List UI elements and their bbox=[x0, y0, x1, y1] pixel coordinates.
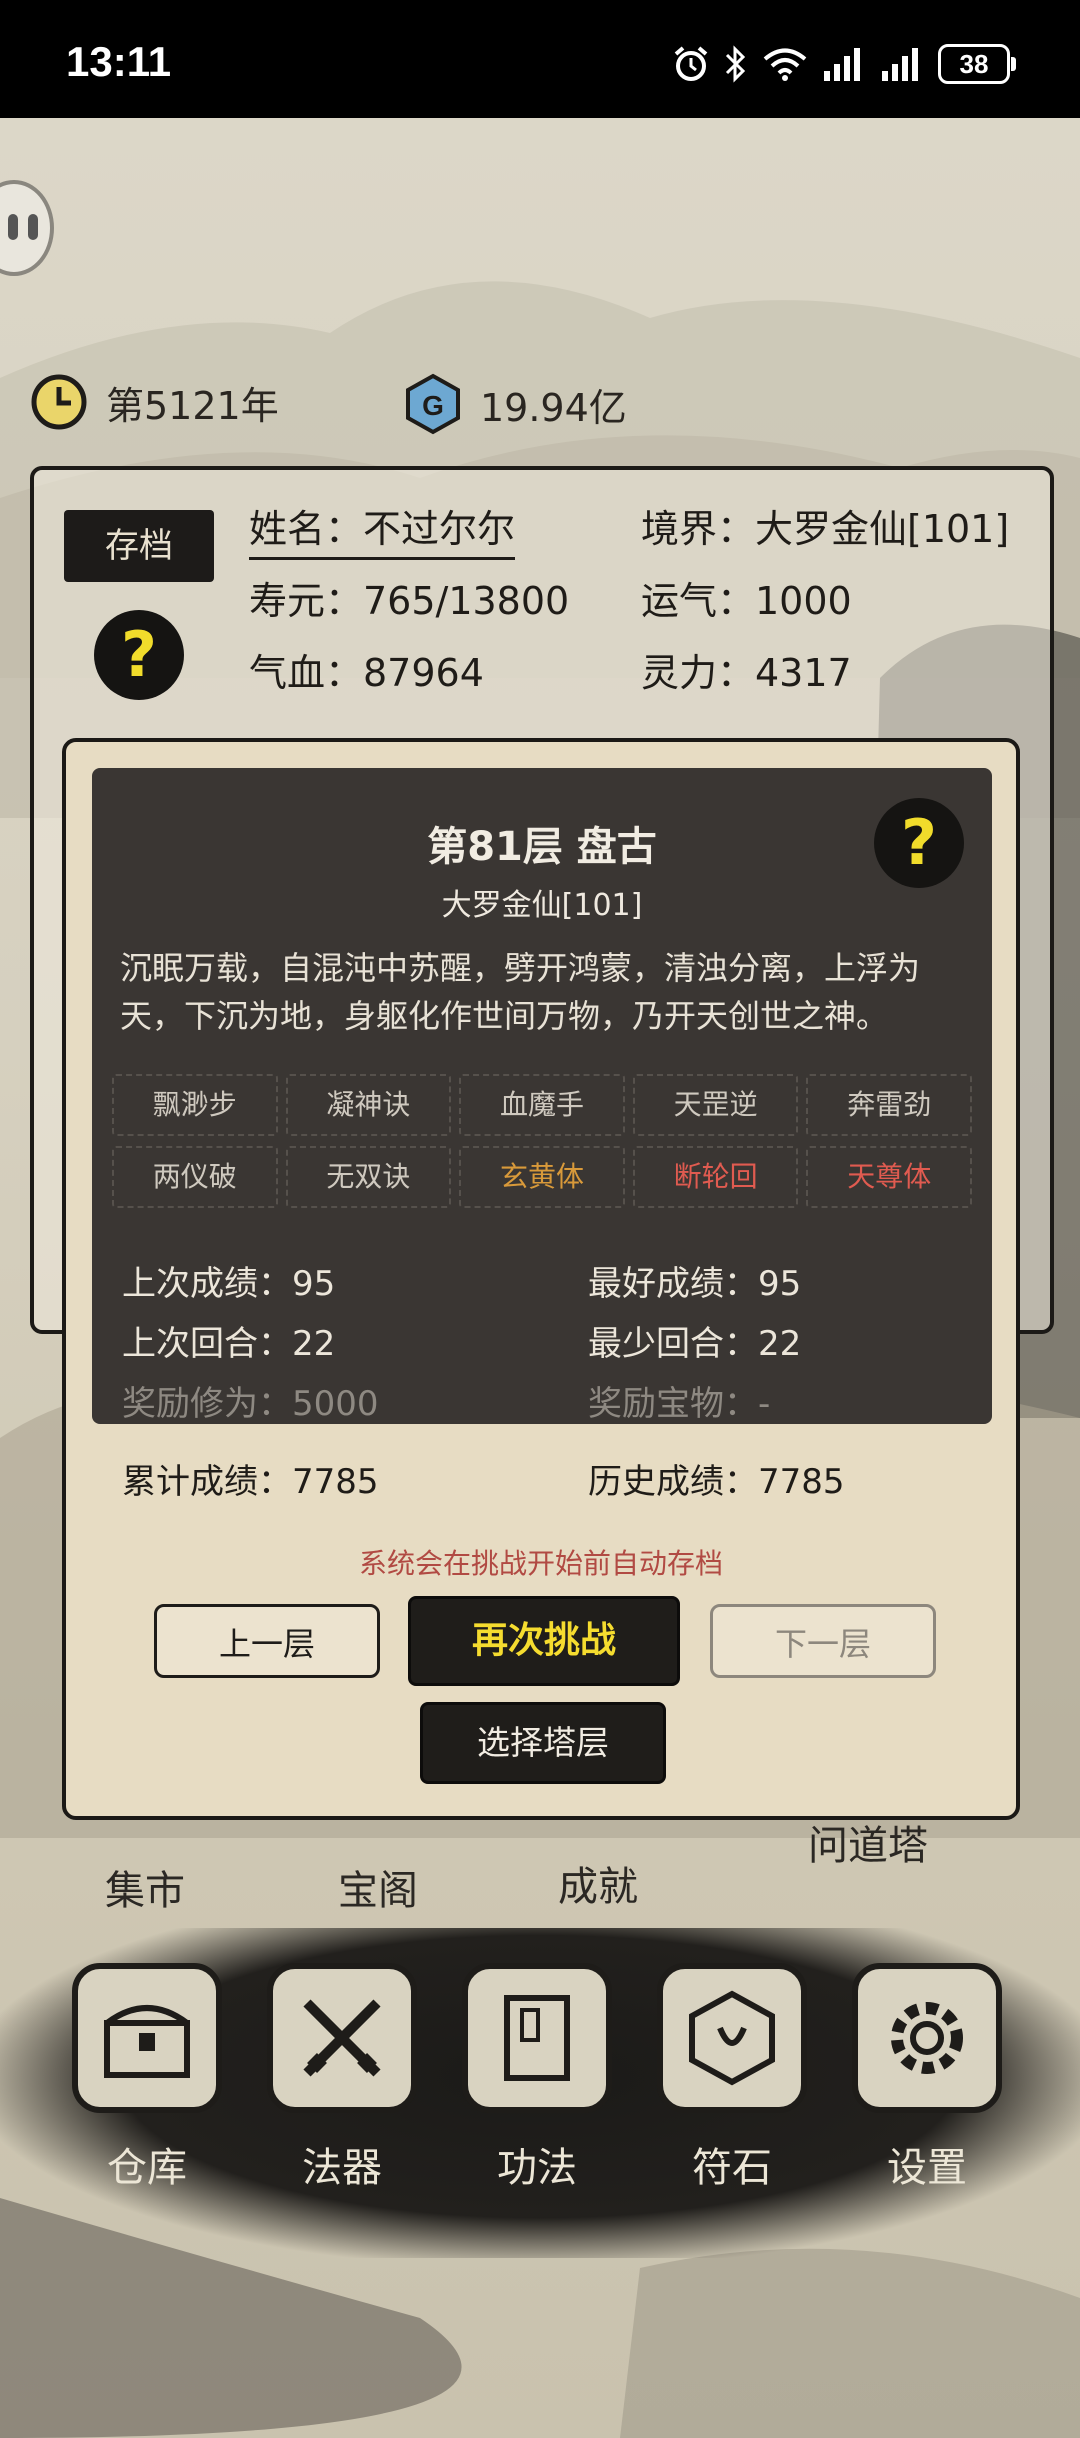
gem-text: 19.94亿 bbox=[480, 385, 627, 430]
nav-technique-label: 功法 bbox=[497, 2145, 577, 2191]
battery-indicator: 38 bbox=[938, 44, 1016, 84]
floor-title: 第81层 盘古 bbox=[427, 824, 657, 870]
status-bar: 13:11 38 bbox=[0, 0, 1080, 118]
clock: 13:11 bbox=[66, 38, 172, 85]
skill-tag[interactable]: 凝神诀 bbox=[285, 1074, 452, 1136]
nav-rune[interactable]: 符石 bbox=[647, 1963, 817, 2193]
skill-tag[interactable]: 奔雷劲 bbox=[806, 1074, 972, 1136]
tower-floor-dialog: 第81层 盘古 大罗金仙[101] ? 沉眠万载，自混沌中苏醒，劈开鸿蒙，清浊分… bbox=[62, 738, 1020, 1820]
skill-tag[interactable]: 天罡逆 bbox=[632, 1074, 799, 1136]
select-floor-button[interactable]: 选择塔层 bbox=[420, 1702, 666, 1784]
retry-challenge-button[interactable]: 再次挑战 bbox=[408, 1596, 680, 1686]
signal-icon-2 bbox=[882, 48, 918, 81]
floor-help-button[interactable]: ? bbox=[874, 798, 964, 888]
character-lifespan: 寿元：765/13800 bbox=[249, 579, 570, 623]
skill-tag[interactable]: 断轮回 bbox=[632, 1146, 799, 1208]
bluetooth-icon bbox=[725, 45, 746, 83]
nav-warehouse-label: 仓库 bbox=[107, 2145, 187, 2191]
nav-rune-label: 符石 bbox=[692, 2145, 772, 2191]
character-mana: 灵力：4317 bbox=[641, 651, 852, 695]
gear-icon bbox=[852, 1963, 1002, 2113]
auto-save-notice: 系统会在挑战开始前自动存档 bbox=[358, 1547, 723, 1580]
history-score: 历史成绩：7785 bbox=[588, 1462, 845, 1502]
last-rounds: 上次回合：22 bbox=[122, 1324, 336, 1364]
nav-settings-label: 设置 bbox=[887, 2145, 967, 2191]
save-button[interactable]: 存档 bbox=[64, 510, 214, 582]
treasure-nav[interactable]: 宝阁 bbox=[338, 1858, 418, 1916]
floor-realm: 大罗金仙[101] bbox=[441, 888, 643, 923]
gem-icon: G bbox=[406, 373, 460, 435]
skill-grid: 飘渺步 凝神诀 血魔手 天罡逆 奔雷劲 两仪破 无双诀 玄黄体 断轮回 天尊体 bbox=[112, 1074, 972, 1208]
next-floor-button[interactable]: 下一层 bbox=[710, 1604, 936, 1678]
clock-icon bbox=[31, 374, 87, 430]
svg-text:G: G bbox=[422, 390, 444, 421]
prev-floor-button[interactable]: 上一层 bbox=[154, 1604, 380, 1678]
character-realm: 境界：大罗金仙[101] bbox=[641, 507, 1010, 551]
nav-warehouse[interactable]: 仓库 bbox=[62, 1963, 232, 2193]
nav-artifact[interactable]: 法器 bbox=[257, 1963, 427, 2193]
skill-tag[interactable]: 无双诀 bbox=[285, 1146, 452, 1208]
floor-info-panel: 第81层 盘古 大罗金仙[101] ? 沉眠万载，自混沌中苏醒，劈开鸿蒙，清浊分… bbox=[92, 768, 992, 1424]
min-rounds: 最少回合：22 bbox=[588, 1324, 802, 1364]
book-icon bbox=[462, 1963, 612, 2113]
skill-tag[interactable]: 玄黄体 bbox=[459, 1146, 625, 1208]
skill-tag[interactable]: 两仪破 bbox=[112, 1146, 278, 1208]
character-luck: 运气：1000 bbox=[641, 579, 852, 623]
year-text: 第5121年 bbox=[106, 383, 279, 428]
nav-technique[interactable]: 功法 bbox=[452, 1963, 622, 2193]
nav-artifact-label: 法器 bbox=[302, 2145, 382, 2191]
rune-stone-icon bbox=[657, 1963, 807, 2113]
reward-item: 奖励宝物：- bbox=[588, 1384, 771, 1424]
skill-tag[interactable]: 天尊体 bbox=[806, 1146, 972, 1208]
character-help-button[interactable]: ? bbox=[94, 610, 184, 700]
signal-icon bbox=[824, 48, 860, 81]
skill-tag[interactable]: 飘渺步 bbox=[112, 1074, 278, 1136]
skill-tag[interactable]: 血魔手 bbox=[459, 1074, 625, 1136]
last-score: 上次成绩：95 bbox=[122, 1264, 336, 1304]
nav-settings[interactable]: 设置 bbox=[842, 1963, 1012, 2193]
tower-nav[interactable]: 问道塔 bbox=[808, 1813, 928, 1871]
alarm-icon bbox=[674, 46, 708, 81]
total-score: 累计成绩：7785 bbox=[122, 1462, 379, 1502]
crossed-swords-icon bbox=[267, 1963, 417, 2113]
character-hp: 气血：87964 bbox=[249, 651, 484, 695]
gem-display: G 19.94亿 bbox=[404, 373, 627, 435]
treasure-chest-icon bbox=[72, 1963, 222, 2113]
character-name[interactable]: 姓名：不过尔尔 bbox=[249, 498, 516, 560]
floor-description: 沉眠万载，自混沌中苏醒，劈开鸿蒙，清浊分离，上浮为天，下沉为地，身躯化作世间万物… bbox=[120, 949, 921, 1035]
achievement-nav[interactable]: 成就 bbox=[558, 1854, 638, 1912]
reward-exp: 奖励修为：5000 bbox=[122, 1384, 379, 1424]
wifi-icon bbox=[763, 48, 807, 81]
year-display: 第5121年 bbox=[30, 373, 279, 431]
market-nav[interactable]: 集市 bbox=[105, 1858, 185, 1916]
best-score: 最好成绩：95 bbox=[588, 1264, 802, 1304]
